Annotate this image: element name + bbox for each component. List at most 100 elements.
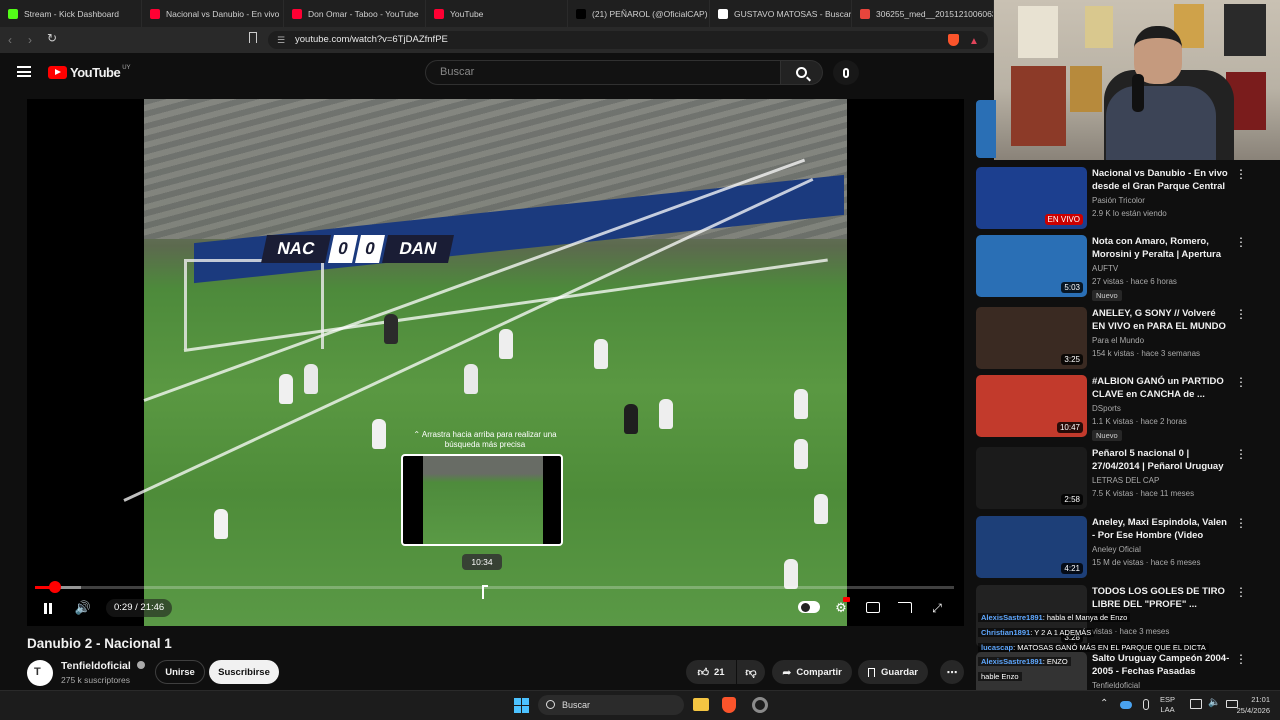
more-vertical-icon[interactable]: ⋮ [1235,376,1247,388]
site-settings-icon[interactable]: ☰ [277,31,285,49]
partial-thumbnail-top [976,100,996,158]
recommendation-thumbnail[interactable]: 5:03 [976,235,1087,297]
more-vertical-icon[interactable]: ⋮ [1235,586,1247,598]
speaker-icon[interactable]: 🔈 [1208,697,1220,708]
browser-tab[interactable]: Don Omar - Taboo - YouTube [284,0,426,27]
duration-badge: 5:03 [1061,282,1083,293]
more-vertical-icon[interactable]: ⋮ [1235,653,1247,665]
address-bar[interactable]: ☰ youtube.com/watch?v=6TjDAZfnfPE ▲ [268,31,988,49]
reload-icon[interactable]: ↻ [47,31,57,45]
recommendation-channel[interactable]: Para el Mundo [1092,336,1144,345]
recommendation-channel[interactable]: AUFTV [1092,264,1118,273]
recommendation-title[interactable]: Nota con Amaro, Romero, Morosini y Peral… [1092,235,1230,261]
recommendation-channel[interactable]: Tenfieldoficial [1092,681,1140,690]
search-input[interactable]: Buscar [425,60,781,85]
browser-tab[interactable]: GUSTAVO MATOSAS - Buscar c [710,0,852,27]
scrubber-handle[interactable] [49,581,61,593]
fullscreen-button[interactable]: ⤢ [929,600,945,616]
settings-button[interactable]: ⚙ [833,597,850,616]
recommendation-thumbnail[interactable]: 2:58 [976,447,1087,509]
tray-chevron-icon[interactable]: ⌃ [1100,698,1108,709]
more-vertical-icon[interactable]: ⋮ [1235,168,1247,180]
video-frame [123,99,847,626]
channel-name[interactable]: Tenfieldoficial [61,660,145,672]
autoplay-toggle[interactable] [798,601,820,613]
recommendation-title[interactable]: Aneley, Maxi Espindola, Valen - Por Ese … [1092,516,1230,542]
youtube-logo[interactable]: YouTube UY [48,65,131,80]
progress-bar[interactable] [35,586,954,589]
recommendation-title[interactable]: Nacional vs Danubio - En vivo desde el G… [1092,167,1230,193]
windows-start-icon[interactable] [514,698,529,713]
pause-button[interactable] [40,600,56,616]
save-button[interactable]: Guardar [858,660,928,684]
network-icon[interactable] [1190,699,1202,709]
clock[interactable]: 21:01 25/4/2026 [1228,694,1270,716]
recommendation-meta: 7.5 K vistas · hace 11 meses [1092,489,1195,498]
chat-message: hable Enzo [978,672,1022,681]
more-vertical-icon[interactable]: ⋮ [1235,236,1247,248]
recommendation-item[interactable]: 2:58 Peñarol 5 nacional 0 | 27/04/2014 | … [976,447,1274,513]
recommendation-item[interactable]: 4:21 Aneley, Maxi Espindola, Valen - Por … [976,516,1274,582]
brave-shield-icon[interactable] [948,34,959,46]
recommendation-item[interactable]: 10:47 #ALBION GANÓ un PARTIDO CLAVE en CA… [976,375,1274,441]
channel-avatar[interactable]: T [27,660,53,686]
recommendation-channel[interactable]: Aneley Oficial [1092,545,1141,554]
chrome-icon[interactable] [752,697,768,713]
back-icon[interactable]: ‹ [8,33,12,47]
more-actions-button[interactable]: ⋯ [940,660,964,684]
forward-icon[interactable]: › [28,33,32,47]
volume-button[interactable]: 🔊 [74,600,92,616]
join-button[interactable]: Unirse [155,660,205,684]
brave-icon[interactable] [722,697,736,713]
browser-tab[interactable]: (21) PEÑAROL (@OficialCAP) / [568,0,710,27]
player [214,509,228,539]
mic-tray-icon[interactable] [1143,699,1149,710]
recommendation-channel[interactable]: LETRAS DEL CAP [1092,476,1159,485]
miniplayer-button[interactable] [865,601,881,614]
player [594,339,608,369]
toggle-knob-icon [801,602,810,612]
recommendation-item[interactable]: EN VIVO Nacional vs Danubio - En vivo des… [976,167,1274,233]
channel-logo-icon: T [34,666,41,678]
bookmark-icon[interactable] [249,32,257,43]
browser-tab[interactable]: 306255_med__2015121006063 [852,0,994,27]
recommendation-title[interactable]: ANELEY, G SONY // Volveré EN VIVO en PAR… [1092,307,1230,333]
search-button[interactable] [781,60,823,85]
like-button[interactable]: 👍︎ 21 [686,660,736,684]
recommendation-channel[interactable]: DSports [1092,404,1121,413]
recommendation-thumbnail[interactable]: EN VIVO [976,167,1087,229]
lang-indicator[interactable]: ESP LAA [1160,695,1175,715]
browser-tab[interactable]: YouTube [426,0,568,27]
rewards-icon[interactable]: ▲ [969,33,979,51]
recommendation-thumbnail[interactable]: 3:25 [976,307,1087,369]
share-button[interactable]: ➦ Compartir [772,660,852,684]
recommendation-title[interactable]: #ALBION GANÓ un PARTIDO CLAVE en CANCHA … [1092,375,1230,401]
subscribe-button[interactable]: Suscribirse [209,660,279,684]
taskbar-search[interactable]: Buscar [538,695,684,715]
recommendation-channel[interactable]: Pasión Tricolor [1092,196,1145,205]
cast-button[interactable] [897,601,913,614]
browser-tab[interactable]: Nacional vs Danubio - En vivo [142,0,284,27]
more-vertical-icon[interactable]: ⋮ [1235,448,1247,460]
menu-icon[interactable] [17,66,31,77]
recommendation-title[interactable]: Peñarol 5 nacional 0 | 27/04/2014 | Peña… [1092,447,1230,473]
file-explorer-icon[interactable] [693,698,709,711]
recommendation-thumbnail[interactable]: 4:21 [976,516,1087,578]
recommendation-title[interactable]: TODOS LOS GOLES DE TIRO LIBRE DEL "PROFE… [1092,585,1230,611]
voice-search-button[interactable] [833,60,859,85]
onedrive-icon[interactable] [1120,701,1132,709]
seek-preview-time: 10:34 [462,554,502,570]
tab-title: 306255_med__2015121006063 [876,8,994,19]
browser-tab[interactable]: Stream - Kick Dashboard [0,0,142,27]
recommendation-title[interactable]: Salto Uruguay Campeón 2004-2005 - Fechas… [1092,652,1230,678]
player [624,404,638,434]
recommendation-item[interactable]: 5:03 Nota con Amaro, Romero, Morosini y P… [976,235,1274,301]
recommendation-thumbnail[interactable]: 10:47 [976,375,1087,437]
recommendation-item[interactable]: 3:25 ANELEY, G SONY // Volveré EN VIVO en… [976,307,1274,373]
duration-badge: 10:47 [1056,422,1083,433]
dislike-button[interactable]: 👎︎ [737,660,765,684]
chat-text: : Y 2 A 1 ADEMÁS [1030,628,1092,637]
video-player[interactable]: NAC 0 0 DAN [27,99,964,626]
more-vertical-icon[interactable]: ⋮ [1235,517,1247,529]
more-vertical-icon[interactable]: ⋮ [1235,308,1247,320]
